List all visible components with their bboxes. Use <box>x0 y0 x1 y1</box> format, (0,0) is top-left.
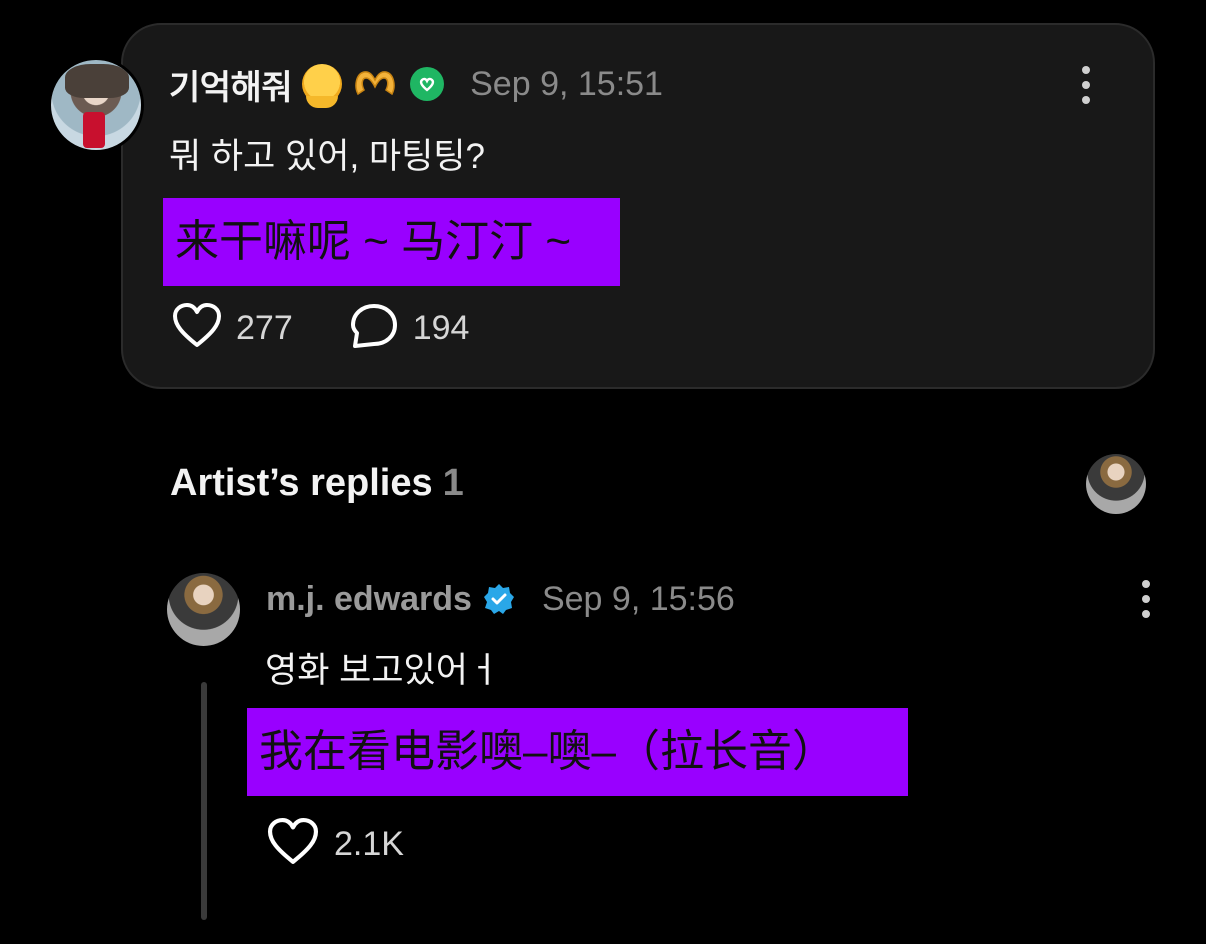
verified-badge-icon <box>410 67 445 101</box>
post-text: 뭐 하고 있어, 마팅팅? <box>169 137 485 176</box>
post-actions: 277 194 <box>172 303 469 354</box>
melting-face-icon <box>302 64 343 108</box>
post-translation: 来干嘛呢 ~ 马汀汀 ~ <box>163 198 620 286</box>
post-header: 기억해줘 Sep 9, 15:51 <box>169 60 663 108</box>
reply-text: 영화 보고있어ㅓ <box>265 651 501 690</box>
reply-actions: 2.1K <box>266 818 404 871</box>
thread-line <box>201 682 207 920</box>
reply-more-options-icon[interactable] <box>1141 580 1151 618</box>
reply-author-avatar[interactable] <box>167 573 240 646</box>
artist-avatar-small[interactable] <box>1086 454 1146 514</box>
avatar-hair <box>65 64 129 98</box>
reply-like-count: 2.1K <box>334 825 404 863</box>
heart-hands-icon <box>352 64 398 104</box>
reply-header: m.j. edwards Sep 9, 15:56 <box>266 576 735 622</box>
verified-badge-icon <box>482 582 516 616</box>
artist-replies-heading: Artist’s replies 1 <box>170 462 464 505</box>
comment-bubble-icon[interactable] <box>349 303 399 354</box>
post-timestamp: Sep 9, 15:51 <box>470 64 663 103</box>
like-heart-icon[interactable] <box>266 818 320 871</box>
avatar-can <box>83 112 105 148</box>
post-more-options-icon[interactable] <box>1081 66 1091 104</box>
post-comment-count: 194 <box>412 309 470 347</box>
reply-translation: 我在看电影噢–噢–（拉长音） <box>247 708 908 796</box>
artist-replies-title: Artist’s replies <box>170 462 433 504</box>
reply-timestamp: Sep 9, 15:56 <box>541 579 735 618</box>
post-like-count: 277 <box>236 309 293 347</box>
artist-replies-count: 1 <box>442 462 464 504</box>
reply-username[interactable]: m.j. edwards <box>266 580 472 619</box>
post-username[interactable]: 기억해줘 <box>169 60 293 109</box>
post-author-avatar[interactable] <box>48 57 144 153</box>
like-heart-icon[interactable] <box>172 303 222 354</box>
